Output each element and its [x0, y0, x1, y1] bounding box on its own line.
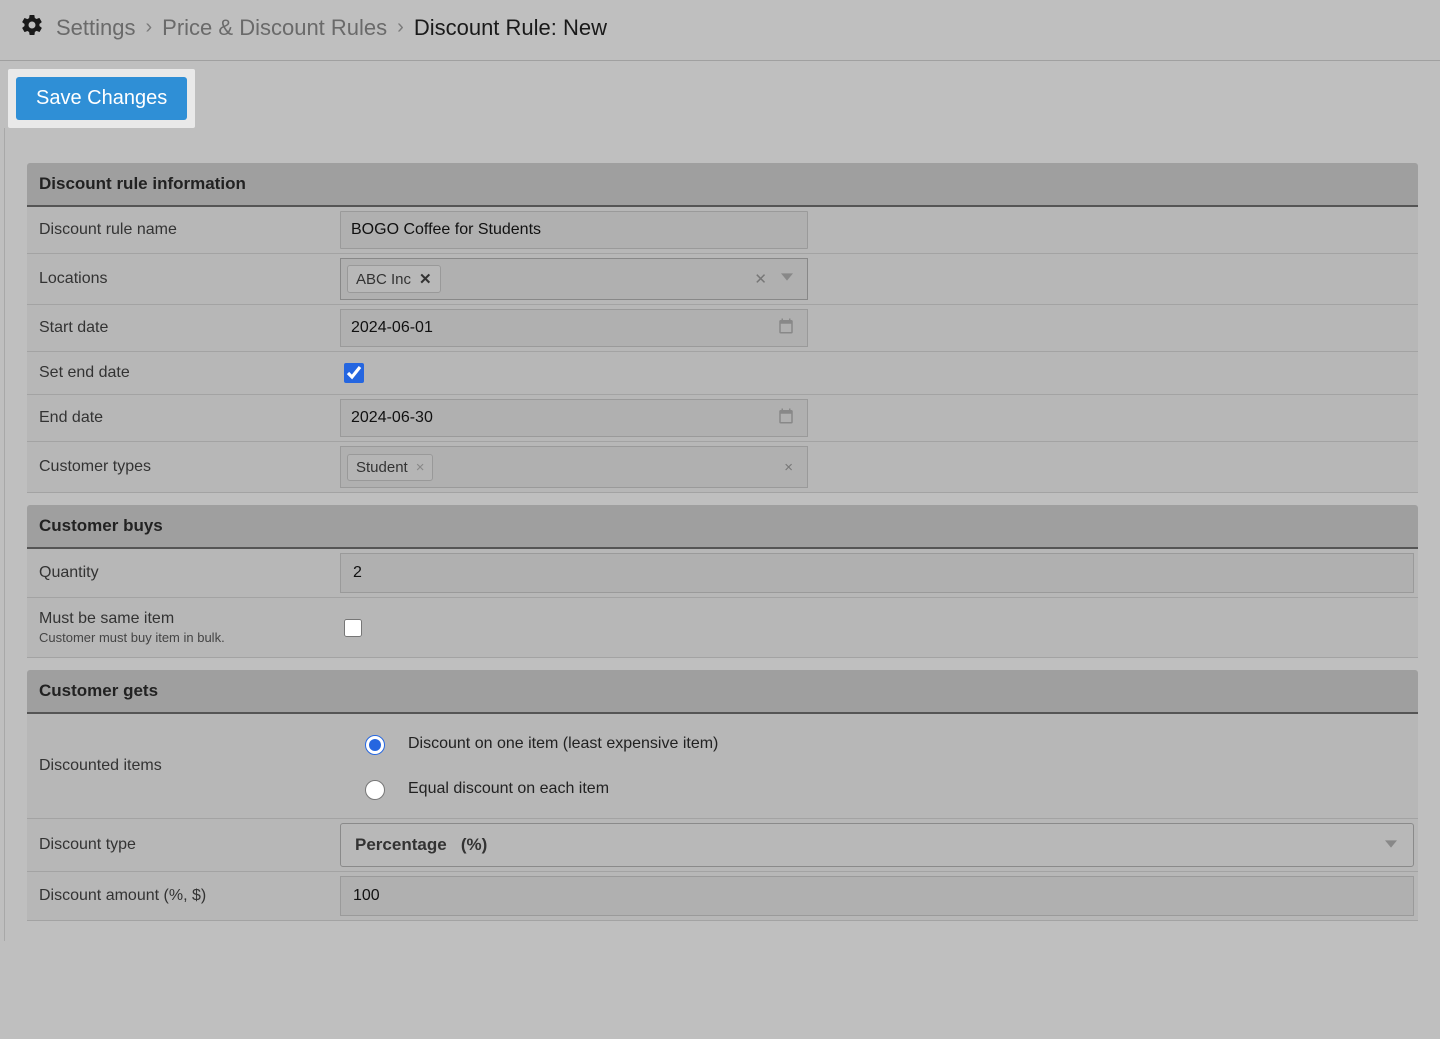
calendar-icon[interactable]: [777, 407, 795, 430]
label-discount-type: Discount type: [27, 819, 340, 871]
chevron-right-icon: ›: [146, 16, 153, 39]
row-end-date: End date 2024-06-30: [27, 395, 1418, 442]
breadcrumb-current: Discount Rule: New: [414, 15, 607, 41]
multiselect-customer-types[interactable]: Student × ×: [340, 446, 808, 488]
chevron-down-icon[interactable]: [781, 270, 793, 288]
breadcrumb-bar: Settings › Price & Discount Rules › Disc…: [0, 0, 1440, 61]
checkbox-set-end-date[interactable]: [344, 363, 364, 383]
row-discount-amount: Discount amount (%, $) 100: [27, 872, 1418, 921]
row-discount-type: Discount type Percentage (%): [27, 819, 1418, 872]
label-rule-name: Discount rule name: [27, 207, 340, 253]
input-discount-amount[interactable]: 100: [340, 876, 1414, 916]
row-locations: Locations ABC Inc ✕ ✕: [27, 254, 1418, 305]
section-customer-gets: Customer gets Discounted items Discount …: [27, 670, 1418, 921]
gear-icon: [20, 13, 44, 42]
breadcrumb-price-rules[interactable]: Price & Discount Rules: [162, 15, 387, 41]
select-discount-type[interactable]: Percentage (%): [340, 823, 1414, 867]
radio-input-one-item[interactable]: [365, 735, 385, 755]
input-quantity[interactable]: 2: [340, 553, 1414, 593]
remove-tag-icon[interactable]: ✕: [419, 270, 432, 288]
radio-label-equal: Equal discount on each item: [408, 780, 609, 798]
breadcrumb: Settings › Price & Discount Rules › Disc…: [56, 15, 607, 41]
radio-input-equal[interactable]: [365, 780, 385, 800]
label-end-date: End date: [27, 395, 340, 441]
checkbox-same-item[interactable]: [344, 619, 362, 637]
customer-type-tag-label: Student: [356, 459, 408, 476]
discount-type-value: Percentage (%): [355, 835, 487, 855]
start-date-value: 2024-06-01: [351, 319, 433, 337]
section-header-buys: Customer buys: [27, 505, 1418, 549]
chevron-down-icon[interactable]: [1385, 835, 1397, 855]
row-quantity: Quantity 2: [27, 549, 1418, 598]
input-end-date[interactable]: 2024-06-30: [340, 399, 808, 437]
section-header-gets: Customer gets: [27, 670, 1418, 714]
row-discounted-items: Discounted items Discount on one item (l…: [27, 714, 1418, 819]
remove-tag-icon[interactable]: ×: [416, 459, 425, 476]
input-rule-name[interactable]: [340, 211, 808, 249]
label-discount-amount: Discount amount (%, $): [27, 872, 340, 920]
radio-one-item[interactable]: Discount on one item (least expensive it…: [360, 732, 718, 755]
section-customer-buys: Customer buys Quantity 2 Must be same it…: [27, 505, 1418, 658]
row-set-end-date: Set end date: [27, 352, 1418, 395]
quantity-value: 2: [353, 564, 362, 582]
label-same-item: Must be same item Customer must buy item…: [27, 598, 340, 657]
location-tag-label: ABC Inc: [356, 271, 411, 288]
clear-icon[interactable]: ✕: [754, 270, 767, 288]
location-tag: ABC Inc ✕: [347, 265, 441, 293]
label-same-item-sub: Customer must buy item in bulk.: [39, 630, 328, 645]
calendar-icon[interactable]: [777, 317, 795, 340]
label-discounted-items: Discounted items: [27, 714, 340, 818]
label-same-item-main: Must be same item: [39, 610, 328, 628]
radio-label-one-item: Discount on one item (least expensive it…: [408, 735, 718, 753]
multiselect-locations[interactable]: ABC Inc ✕ ✕: [340, 258, 808, 300]
breadcrumb-settings[interactable]: Settings: [56, 15, 136, 41]
discount-amount-value: 100: [353, 887, 380, 905]
row-start-date: Start date 2024-06-01: [27, 305, 1418, 352]
section-discount-rule-info: Discount rule information Discount rule …: [27, 163, 1418, 493]
save-button-wrap: Save Changes: [8, 69, 195, 128]
label-locations: Locations: [27, 254, 340, 304]
label-quantity: Quantity: [27, 549, 340, 597]
input-start-date[interactable]: 2024-06-01: [340, 309, 808, 347]
row-rule-name: Discount rule name: [27, 207, 1418, 254]
chevron-right-icon: ›: [397, 16, 404, 39]
label-start-date: Start date: [27, 305, 340, 351]
label-set-end-date: Set end date: [27, 352, 340, 394]
customer-type-tag: Student ×: [347, 454, 433, 481]
radio-equal-discount[interactable]: Equal discount on each item: [360, 777, 718, 800]
save-changes-button[interactable]: Save Changes: [16, 77, 187, 120]
clear-icon[interactable]: ×: [784, 459, 793, 476]
label-customer-types: Customer types: [27, 442, 340, 492]
end-date-value: 2024-06-30: [351, 409, 433, 427]
row-customer-types: Customer types Student × ×: [27, 442, 1418, 493]
section-header-info: Discount rule information: [27, 163, 1418, 207]
row-same-item: Must be same item Customer must buy item…: [27, 598, 1418, 658]
